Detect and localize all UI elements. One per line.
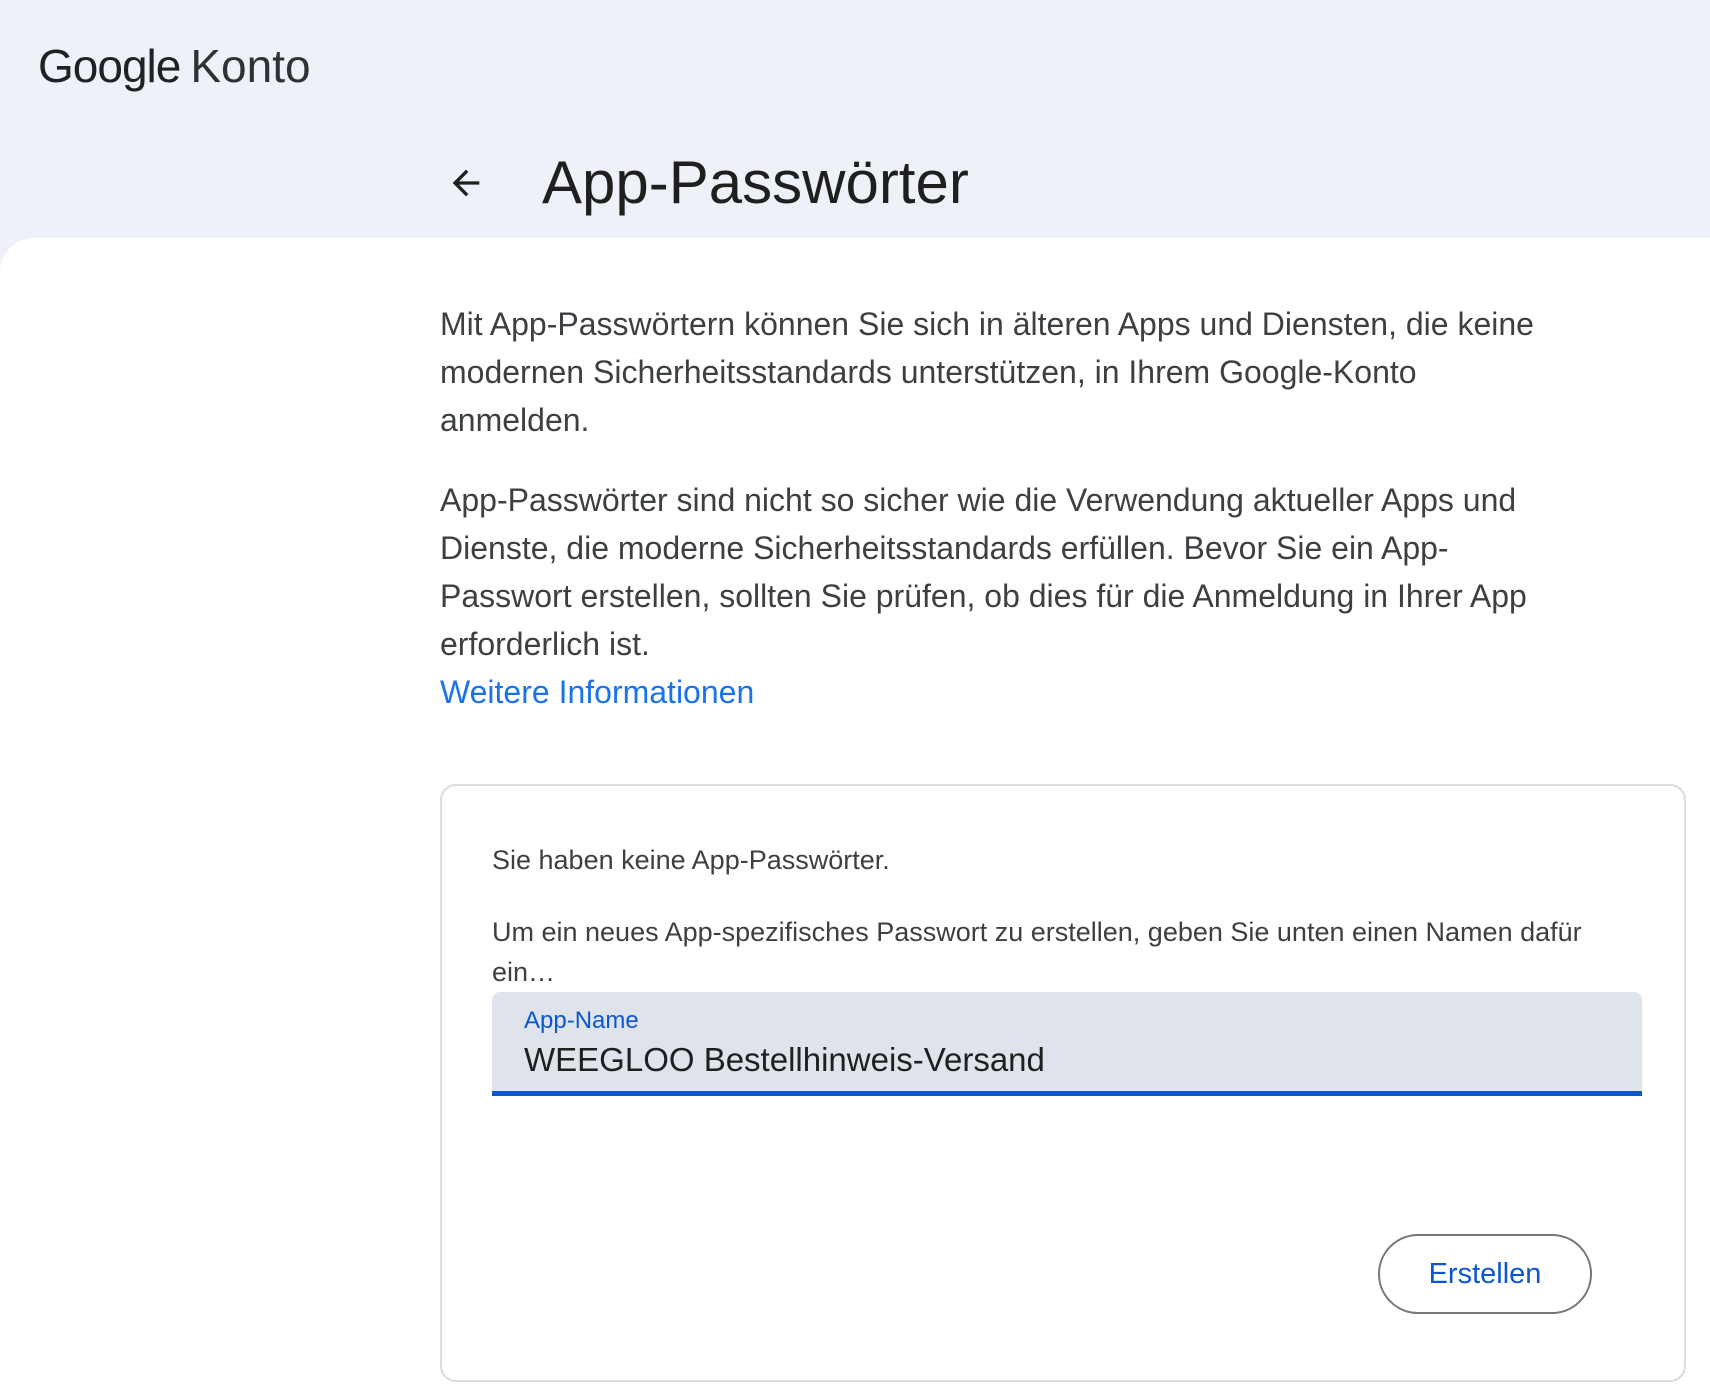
page-header: App-Passwörter (440, 148, 969, 218)
arrow-left-icon (452, 169, 480, 197)
create-instruction-text: Um ein neues App-spezifisches Passwort z… (492, 917, 1582, 987)
intro-section: Mit App-Passwörtern können Sie sich in ä… (440, 300, 1560, 716)
create-button[interactable]: Erstellen (1378, 1234, 1592, 1314)
page-title: App-Passwörter (542, 149, 969, 216)
google-account-logo[interactable]: Google Konto (38, 40, 311, 92)
brand-google: Google (38, 40, 181, 92)
app-name-label: App-Name (524, 1007, 639, 1034)
intro-paragraph-2: App-Passwörter sind nicht so sicher wie … (440, 482, 1527, 662)
no-app-passwords-text: Sie haben keine App-Passwörter. (492, 845, 890, 875)
learn-more-link[interactable]: Weitere Informationen (440, 668, 1560, 716)
back-button[interactable] (440, 157, 492, 209)
brand-product: Konto (190, 40, 311, 92)
app-password-card: Sie haben keine App-Passwörter. Um ein n… (440, 784, 1686, 1382)
app-name-input[interactable] (524, 1038, 1604, 1082)
app-name-field[interactable]: App-Name (492, 992, 1642, 1096)
intro-paragraph-1: Mit App-Passwörtern können Sie sich in ä… (440, 306, 1534, 438)
